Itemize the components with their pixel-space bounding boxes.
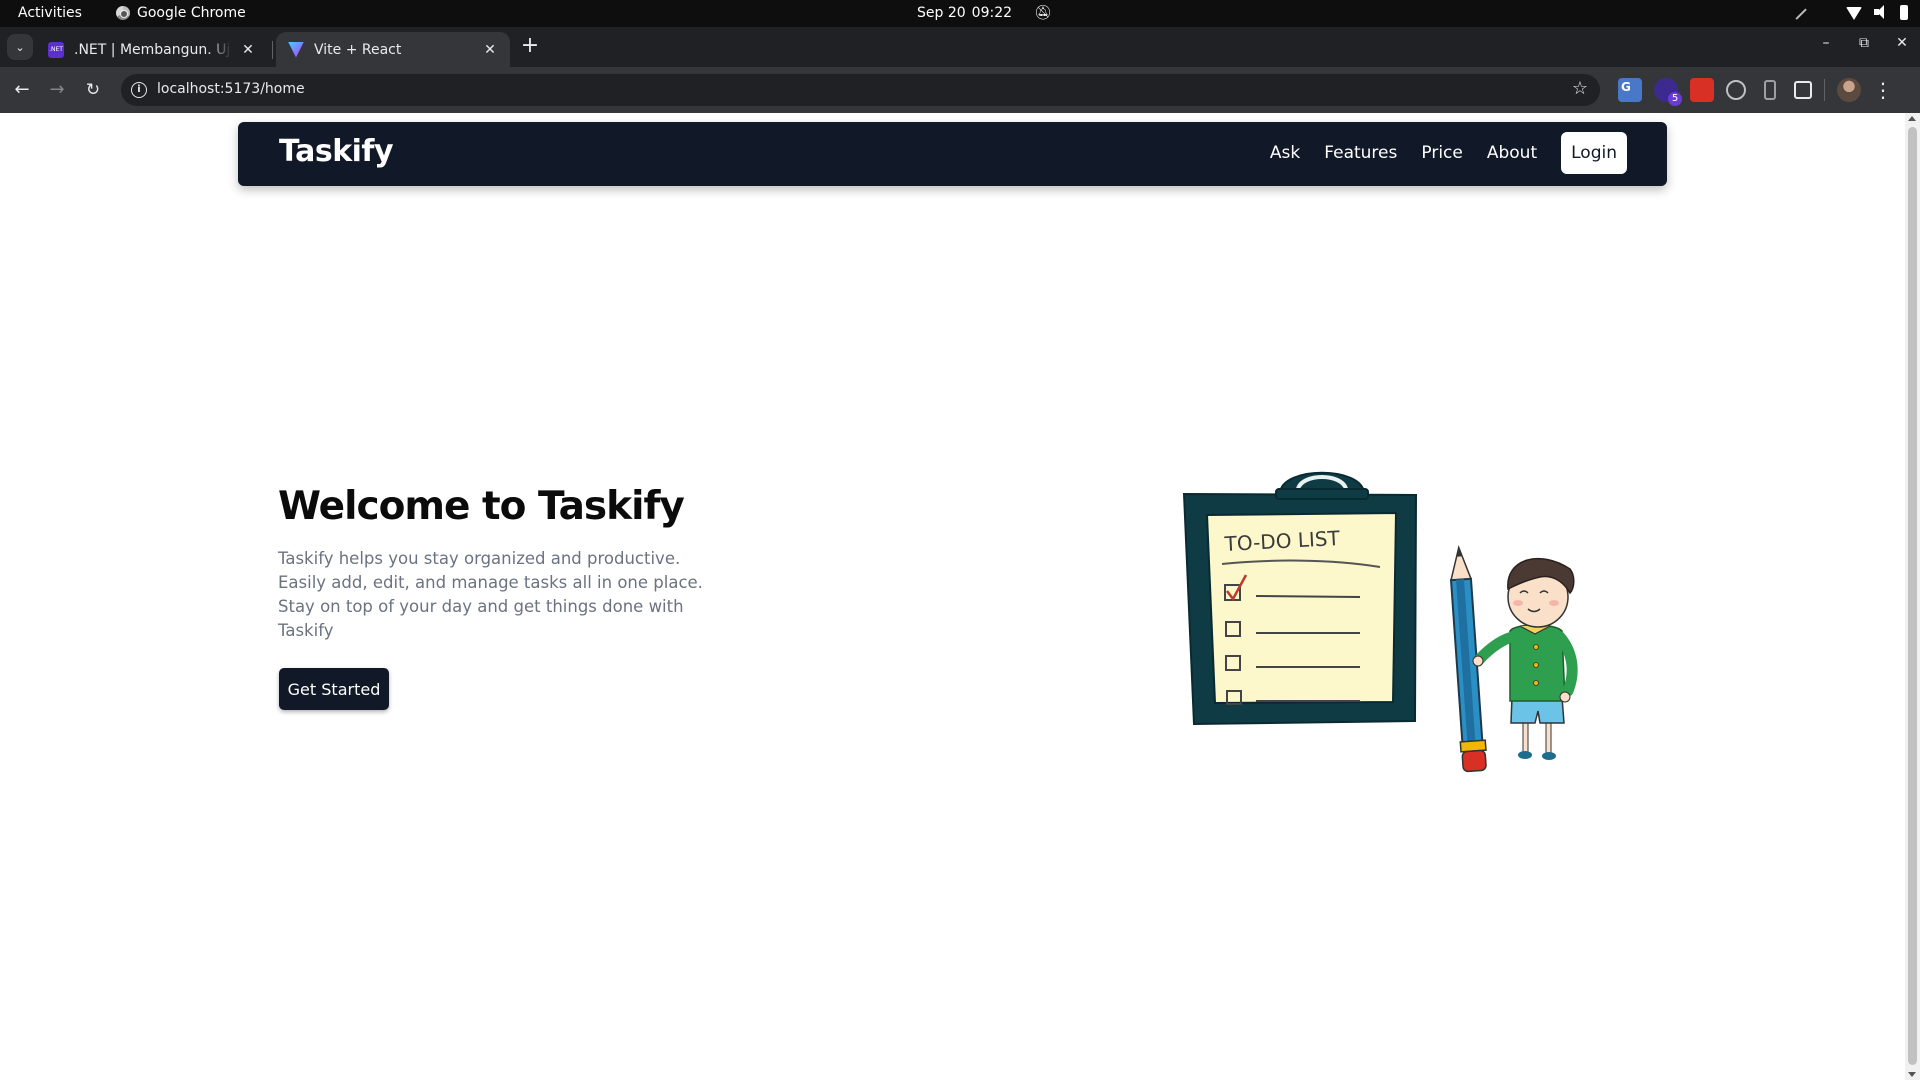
back-button[interactable]: ← [9, 77, 35, 103]
brand-logo[interactable]: Taskify [279, 134, 394, 169]
star-icon[interactable]: ☆ [1572, 78, 1588, 99]
battery-icon [1900, 4, 1908, 20]
address-bar[interactable]: i localhost:5173/home ☆ [121, 74, 1600, 106]
boy-character [1472, 557, 1578, 760]
chrome-icon [116, 6, 130, 20]
todo-illustration: TO-DO LIST [1182, 471, 1578, 773]
wifi-icon [1846, 6, 1862, 20]
red-extension-icon[interactable] [1690, 78, 1714, 102]
avatar[interactable] [1837, 78, 1861, 102]
target-icon[interactable] [1726, 80, 1746, 100]
puzzle-icon[interactable] [1794, 81, 1812, 99]
get-started-button[interactable]: Get Started [279, 668, 389, 710]
tab-title: Vite + React [314, 41, 402, 58]
pen-icon [1791, 4, 1807, 20]
restore-icon[interactable]: ⧉ [1854, 35, 1874, 51]
volume-icon [1874, 4, 1888, 20]
system-top-bar: Activities Google Chrome Sep 20 09:22 🔕︎ [0, 0, 1920, 27]
site-navbar: Taskify Ask Features Price About Login [238, 122, 1667, 186]
minimize-icon[interactable]: – [1816, 35, 1836, 51]
scroll-up-icon[interactable] [1908, 116, 1916, 121]
tab-divider [272, 41, 273, 59]
login-button[interactable]: Login [1561, 132, 1627, 174]
vite-icon [288, 41, 304, 58]
clipboard: TO-DO LIST [1182, 471, 1418, 726]
nav-link-features[interactable]: Features [1324, 143, 1397, 163]
extension-count: 5 [1668, 92, 1682, 106]
hero-description: Taskify helps you stay organized and pro… [278, 547, 708, 643]
activities-button[interactable]: Activities [18, 5, 82, 21]
arrow-right-icon: → [49, 79, 65, 100]
close-icon[interactable]: ✕ [240, 42, 256, 58]
page-scrollbar[interactable] [1905, 113, 1920, 1080]
date-label: Sep 20 [917, 5, 966, 21]
tab-title: .NET | Membangun. Uji. S [74, 41, 232, 58]
phone-icon[interactable] [1764, 80, 1776, 100]
hero-description-line: Taskify helps you stay organized and pro… [278, 549, 681, 568]
url-text[interactable]: localhost:5173/home [157, 81, 305, 97]
translate-icon[interactable] [1618, 78, 1642, 102]
reload-button[interactable]: ↻ [80, 77, 106, 103]
nav-link-about[interactable]: About [1487, 143, 1537, 163]
forward-button[interactable]: → [44, 77, 70, 103]
system-tray[interactable] [1791, 4, 1908, 20]
extension-badge-icon[interactable]: 5 [1654, 78, 1682, 106]
bell-icon: 🔕︎ [1034, 5, 1052, 21]
scrollbar-thumb[interactable] [1908, 127, 1917, 1065]
clock[interactable]: Sep 20 09:22 🔕︎ [917, 5, 1052, 21]
nav-link-price[interactable]: Price [1421, 143, 1462, 163]
hero-title: Welcome to Taskify [278, 484, 685, 529]
app-name: Google Chrome [137, 5, 246, 21]
extensions-row: 5 ⋮ [1618, 78, 1893, 106]
arrow-left-icon: ← [14, 79, 30, 100]
page-viewport: Taskify Ask Features Price About Login W… [0, 113, 1920, 1080]
tab-dotnet[interactable]: .NET .NET | Membangun. Uji. S ✕ [36, 32, 268, 67]
hero-description-line: Easily add, edit, and manage tasks all i… [278, 573, 703, 592]
hero-description-line: Stay on top of your day and get things d… [278, 597, 684, 616]
nav-link-ask[interactable]: Ask [1270, 143, 1300, 163]
nav-links: Ask Features Price About Login [1270, 132, 1627, 174]
hero-description-line: Taskify [278, 621, 334, 640]
plus-icon: + [520, 33, 540, 58]
dotnet-icon: .NET [48, 41, 64, 58]
tab-strip: ⌄ .NET .NET | Membangun. Uji. S ✕ Vite +… [0, 27, 1920, 67]
tab-search-button[interactable]: ⌄ [7, 34, 33, 60]
time-label: 09:22 [971, 5, 1013, 21]
close-icon[interactable]: ✕ [482, 42, 498, 58]
tab-vite-react[interactable]: Vite + React ✕ [276, 32, 510, 67]
kebab-menu-icon[interactable]: ⋮ [1873, 78, 1893, 102]
scroll-down-icon[interactable] [1908, 1072, 1916, 1077]
toolbar-divider [1824, 79, 1825, 101]
browser-toolbar: ← → ↻ i localhost:5173/home ☆ 5 ⋮ [0, 67, 1920, 113]
chevron-down-icon: ⌄ [15, 40, 25, 54]
info-icon[interactable]: i [131, 82, 147, 98]
window-controls: – ⧉ ✕ [1816, 35, 1912, 51]
new-tab-button[interactable]: + [518, 35, 542, 59]
reload-icon: ↻ [85, 80, 101, 100]
close-window-icon[interactable]: ✕ [1892, 35, 1912, 51]
app-menu[interactable]: Google Chrome [116, 5, 246, 21]
